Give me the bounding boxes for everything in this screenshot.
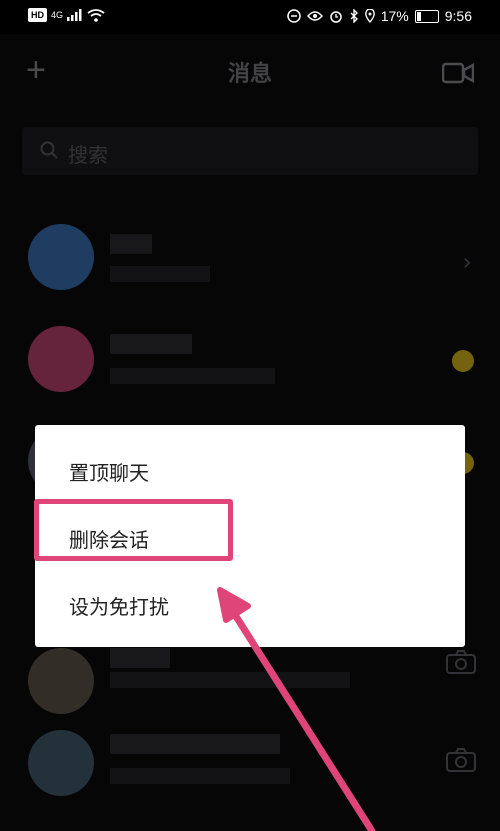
hd-badge: HD (28, 8, 47, 22)
battery-icon (414, 9, 439, 23)
location-icon (364, 9, 375, 23)
battery-percent: 17% (380, 8, 409, 24)
alarm-icon (329, 11, 342, 23)
menu-item-mute[interactable]: 设为免打扰 (69, 591, 169, 620)
signal-icon (67, 9, 82, 21)
menu-item-pin-chat[interactable]: 置顶聊天 (69, 457, 149, 486)
eye-icon (306, 11, 323, 21)
data-saver-icon (286, 9, 301, 23)
status-left: HD 4G (28, 8, 105, 22)
wifi-icon (87, 8, 105, 22)
highlight-box (34, 499, 233, 561)
status-right: 17% 9:56 (286, 8, 472, 24)
bluetooth-icon (350, 9, 358, 23)
status-bar: HD 4G 17% 9:56 (0, 0, 500, 34)
network-type: 4G (51, 10, 64, 20)
clock: 9:56 (444, 8, 472, 24)
